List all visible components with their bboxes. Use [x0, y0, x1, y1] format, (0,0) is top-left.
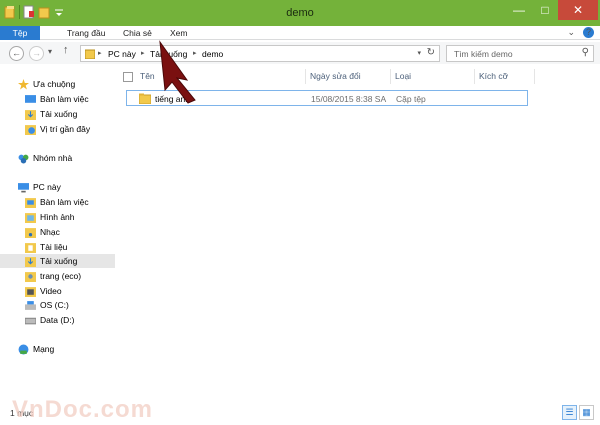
- file-list: Tên Ngày sửa đổi Loại Kích cỡ tiếng anh …: [118, 66, 600, 404]
- tab-file[interactable]: Tệp: [0, 26, 40, 40]
- ribbon: Tệp Trang đầu Chia sẻ Xem ⌄ ?: [0, 26, 600, 40]
- nav-label: Tài liệu: [40, 242, 68, 252]
- pictures-icon: [25, 212, 36, 223]
- maximize-icon[interactable]: □: [532, 0, 558, 20]
- minimize-icon[interactable]: —: [506, 0, 532, 20]
- nav-favorites[interactable]: Ưa chuộng: [18, 77, 133, 91]
- nav-label: PC này: [33, 182, 61, 192]
- desktop-icon: [25, 197, 36, 208]
- computer-icon: [18, 182, 29, 192]
- videos-icon: [25, 286, 36, 297]
- nav-label: Bàn làm việc: [40, 94, 89, 104]
- search-icon[interactable]: ⚲: [582, 47, 589, 58]
- recent-locations-icon[interactable]: ▾: [48, 47, 52, 56]
- nav-label: Tải xuống: [40, 256, 78, 266]
- up-icon[interactable]: ↑: [63, 44, 69, 56]
- user-folder-icon: [25, 271, 36, 282]
- watermark: VnDoc.com: [12, 396, 154, 423]
- nav-label: Nhóm nhà: [33, 153, 73, 163]
- forward-icon[interactable]: →: [29, 46, 44, 61]
- windows-drive-icon: [25, 300, 36, 310]
- ribbon-right-controls: ⌄ ?: [567, 27, 594, 38]
- folder-icon: [85, 49, 95, 59]
- nav-label: Ưa chuộng: [33, 79, 76, 89]
- help-icon[interactable]: ?: [583, 27, 594, 38]
- breadcrumb-separator[interactable]: ▸: [141, 49, 145, 57]
- address-history-icon[interactable]: ▾: [417, 49, 421, 57]
- nav-item-downloads-selected[interactable]: Tải xuống: [0, 254, 115, 268]
- nav-network[interactable]: Mạng: [18, 342, 133, 356]
- desktop-icon: [25, 94, 36, 103]
- view-toggle: ☰ ▦: [562, 405, 594, 420]
- select-all-checkbox[interactable]: [123, 72, 133, 82]
- nav-label: Vị trí gần đây: [40, 124, 91, 134]
- navigation-pane: Ưa chuộng Bàn làm việc Tải xuống Vị trí …: [0, 66, 118, 404]
- close-icon[interactable]: ✕: [558, 0, 598, 20]
- nav-label: trang (eco): [40, 271, 82, 281]
- nav-label: Nhạc: [40, 227, 60, 237]
- music-icon: [25, 227, 36, 238]
- nav-label: Tải xuống: [40, 109, 78, 119]
- tab-home[interactable]: Trang đầu: [67, 26, 105, 40]
- downloads-icon: [25, 109, 36, 120]
- nav-label: Data (D:): [40, 315, 75, 325]
- title-bar: demo — □ ✕: [0, 0, 600, 26]
- window-controls: — □ ✕: [506, 0, 598, 20]
- column-header-size[interactable]: Kích cỡ: [475, 69, 535, 84]
- breadcrumb-separator[interactable]: ▸: [98, 49, 102, 57]
- cursor-arrow-icon: [159, 40, 196, 104]
- tab-share[interactable]: Chia sẻ: [123, 26, 152, 40]
- nav-label: Hình ảnh: [40, 212, 75, 222]
- details-view-icon[interactable]: ☰: [562, 405, 577, 420]
- drive-icon: [25, 317, 36, 324]
- expand-ribbon-icon[interactable]: ⌄: [567, 27, 575, 38]
- nav-label: Bàn làm việc: [40, 197, 89, 207]
- nav-label: Mạng: [33, 344, 55, 354]
- homegroup-icon: [18, 154, 29, 163]
- navigation-bar: ← → ▾ ↑ ▸ PC này ▸ Tải xuống ▸ demo ▾ ↻ …: [0, 42, 600, 64]
- address-bar[interactable]: ▸ PC này ▸ Tải xuống ▸ demo ▾ ↻: [80, 45, 440, 62]
- search-placeholder: Tìm kiếm demo: [454, 49, 513, 59]
- nav-label: Video: [40, 286, 62, 296]
- breadcrumb-pc[interactable]: PC này: [108, 49, 136, 59]
- network-icon: [18, 344, 29, 354]
- nav-label: OS (C:): [40, 300, 69, 310]
- recent-places-icon: [25, 124, 36, 135]
- star-icon: [18, 78, 29, 89]
- back-icon[interactable]: ←: [9, 46, 24, 61]
- large-icons-view-icon[interactable]: ▦: [579, 405, 594, 420]
- column-header-type[interactable]: Loại: [391, 69, 475, 84]
- refresh-icon[interactable]: ↻: [427, 47, 435, 58]
- column-header-date[interactable]: Ngày sửa đổi: [306, 69, 391, 84]
- nav-homegroup[interactable]: Nhóm nhà: [18, 151, 133, 165]
- search-box[interactable]: Tìm kiếm demo ⚲: [446, 45, 594, 62]
- file-type: Cặp tệp: [396, 94, 426, 104]
- file-date: 15/08/2015 8:38 SA: [311, 94, 387, 104]
- documents-icon: [25, 242, 36, 253]
- folder-icon: [139, 93, 151, 104]
- downloads-icon: [25, 256, 36, 267]
- nav-this-pc[interactable]: PC này: [18, 180, 133, 194]
- tab-view[interactable]: Xem: [170, 26, 187, 40]
